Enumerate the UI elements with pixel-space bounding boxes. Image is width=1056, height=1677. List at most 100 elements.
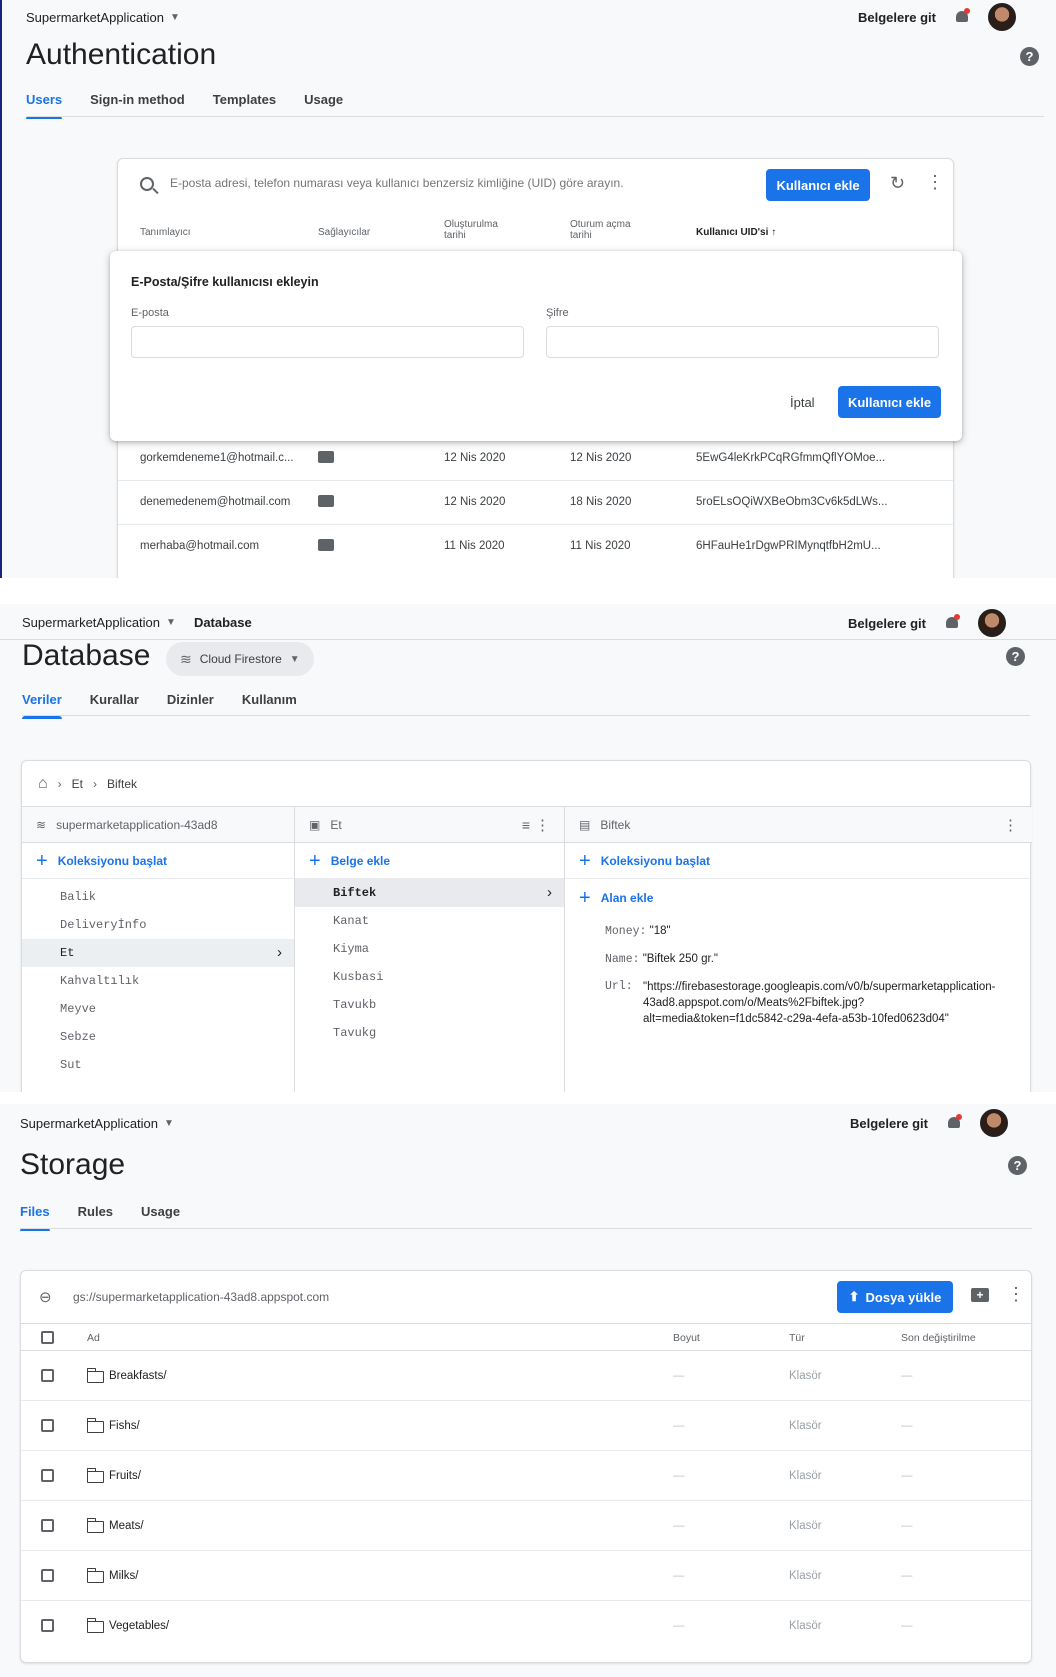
list-item-selected[interactable]: Et › [22, 939, 294, 967]
col-size[interactable]: Boyut [673, 1332, 700, 1344]
list-item[interactable]: Sut [22, 1051, 294, 1079]
chevron-down-icon: ▼ [164, 1117, 174, 1129]
more-vert-icon[interactable]: ⋮ [535, 816, 550, 834]
project-name: SupermarketApplication [22, 615, 161, 630]
table-row[interactable]: Vegetables/ — Klasör — [21, 1601, 1031, 1651]
docs-link[interactable]: Belgelere git [850, 1116, 928, 1131]
cancel-button[interactable]: İptal [790, 395, 815, 410]
row-checkbox[interactable] [41, 1619, 54, 1632]
field-row[interactable]: Name: "Biftek 250 gr." [565, 945, 1032, 973]
submit-add-user-button[interactable]: Kullanıcı ekle [838, 386, 941, 418]
collection-list: Balik Deliveryİnfo Et › Kahvaltılık Meyve… [22, 883, 294, 1079]
col-identifier[interactable]: Tanımlayıcı [140, 227, 191, 238]
table-row[interactable]: merhaba@hotmail.com 11 Nis 2020 11 Nis 2… [118, 524, 953, 568]
avatar[interactable] [988, 3, 1016, 31]
collection-name: Et [330, 817, 342, 832]
password-label: Şifre [546, 307, 569, 319]
list-item[interactable]: Kahvaltılık [22, 967, 294, 995]
notification-bell-icon[interactable] [954, 8, 970, 26]
field-value-line: alt=media&token=f1dc5842-c29a-4efa-a53b-… [643, 1013, 949, 1025]
row-checkbox[interactable] [41, 1519, 54, 1532]
table-row[interactable]: Meats/ — Klasör — [21, 1501, 1031, 1551]
path-segment[interactable]: Et [72, 777, 83, 791]
list-item[interactable]: Balik [22, 883, 294, 911]
list-item[interactable]: Kanat [295, 907, 564, 935]
table-row[interactable]: Breakfasts/ — Klasör — [21, 1351, 1031, 1401]
tab-sign-in-method[interactable]: Sign-in method [90, 92, 185, 119]
project-selector[interactable]: SupermarketApplication ▼ [20, 1116, 174, 1131]
list-item[interactable]: Meyve [22, 995, 294, 1023]
add-document-button[interactable]: + Belge ekle [295, 843, 564, 879]
start-subcollection-button[interactable]: + Koleksiyonu başlat [565, 843, 1032, 879]
col-uid[interactable]: Kullanıcı UID'si ↑ [696, 227, 776, 238]
tab-templates[interactable]: Templates [213, 92, 276, 119]
add-field-label: Alan ekle [600, 891, 654, 905]
col-created[interactable]: Oluşturulma tarihi [444, 219, 498, 241]
more-vert-icon[interactable]: ⋮ [1003, 816, 1018, 834]
help-icon[interactable]: ? [1006, 647, 1025, 666]
add-user-button[interactable]: Kullanıcı ekle [766, 169, 870, 201]
tab-usage[interactable]: Usage [141, 1204, 180, 1231]
docs-link[interactable]: Belgelere git [848, 616, 926, 631]
list-item[interactable]: Kiyma [295, 935, 564, 963]
path-segment[interactable]: Biftek [107, 777, 137, 791]
upload-file-button[interactable]: ⬆ Dosya yükle [837, 1281, 953, 1313]
table-row[interactable]: Fishs/ — Klasör — [21, 1401, 1031, 1451]
row-checkbox[interactable] [41, 1569, 54, 1582]
project-selector[interactable]: SupermarketApplication ▼ [26, 10, 180, 25]
start-collection-button[interactable]: + Koleksiyonu başlat [22, 843, 294, 879]
tab-users[interactable]: Users [26, 92, 63, 119]
tab-usage[interactable]: Usage [304, 92, 343, 119]
field-row[interactable]: Money: "18" [565, 917, 1032, 945]
table-row[interactable]: gorkemdeneme1@hotmail.c... 12 Nis 2020 1… [118, 436, 953, 480]
row-checkbox[interactable] [41, 1419, 54, 1432]
col-uid-label: Kullanıcı UID'si [696, 227, 769, 238]
table-row[interactable]: Milks/ — Klasör — [21, 1551, 1031, 1601]
breadcrumb[interactable]: Database [194, 615, 252, 630]
tab-files[interactable]: Files [20, 1204, 50, 1231]
upload-icon: ⬆ [848, 1289, 860, 1304]
home-icon[interactable]: ⌂ [38, 775, 48, 793]
list-item[interactable]: Deliveryİnfo [22, 911, 294, 939]
search-input[interactable] [170, 169, 690, 197]
docs-link[interactable]: Belgelere git [858, 10, 936, 25]
col-signin[interactable]: Oturum açma tarihi [570, 219, 631, 241]
avatar[interactable] [978, 609, 1006, 637]
add-icon: + [579, 849, 591, 872]
col-name[interactable]: Ad [87, 1332, 100, 1344]
help-icon[interactable]: ? [1008, 1156, 1027, 1175]
bucket-url[interactable]: gs://supermarketapplication-43ad8.appspo… [73, 1290, 329, 1304]
list-item[interactable]: Tavukg [295, 1019, 564, 1047]
password-field[interactable] [546, 326, 939, 358]
project-name: SupermarketApplication [26, 9, 165, 25]
avatar[interactable] [980, 1109, 1008, 1137]
col-providers[interactable]: Sağlayıcılar [318, 227, 370, 238]
email-field[interactable] [131, 326, 524, 358]
table-row[interactable]: denemedenem@hotmail.com 12 Nis 2020 18 N… [118, 480, 953, 524]
list-item[interactable]: Tavukb [295, 991, 564, 1019]
list-item-selected[interactable]: Biftek › [295, 879, 564, 907]
table-row[interactable]: Fruits/ — Klasör — [21, 1451, 1031, 1501]
list-item[interactable]: Sebze [22, 1023, 294, 1051]
select-all-checkbox[interactable] [41, 1331, 54, 1344]
help-icon[interactable]: ? [1020, 47, 1039, 66]
notification-bell-icon[interactable] [946, 1114, 962, 1132]
project-selector[interactable]: SupermarketApplication ▼ [22, 615, 176, 630]
field-row[interactable]: Url: "https://firebasestorage.googleapis… [565, 979, 1032, 1027]
add-field-button[interactable]: + Alan ekle [565, 879, 1032, 917]
col-modified[interactable]: Son değiştirilme [901, 1332, 976, 1344]
row-checkbox[interactable] [41, 1369, 54, 1382]
chevron-down-icon: ▼ [170, 11, 180, 23]
new-folder-icon[interactable]: + [971, 1288, 989, 1302]
database-type-chip[interactable]: ≋ Cloud Firestore ▼ [166, 642, 314, 676]
notification-bell-icon[interactable] [944, 614, 960, 632]
tab-rules[interactable]: Rules [78, 1204, 113, 1231]
more-vert-icon[interactable]: ⋮ [926, 173, 944, 191]
upload-label: Dosya yükle [865, 1289, 942, 1305]
filter-icon[interactable]: ≡ [522, 817, 530, 833]
col-type[interactable]: Tür [789, 1332, 805, 1344]
list-item[interactable]: Kusbasi [295, 963, 564, 991]
more-vert-icon[interactable]: ⋮ [1007, 1285, 1025, 1303]
row-checkbox[interactable] [41, 1469, 54, 1482]
refresh-icon[interactable]: ↻ [890, 173, 905, 194]
